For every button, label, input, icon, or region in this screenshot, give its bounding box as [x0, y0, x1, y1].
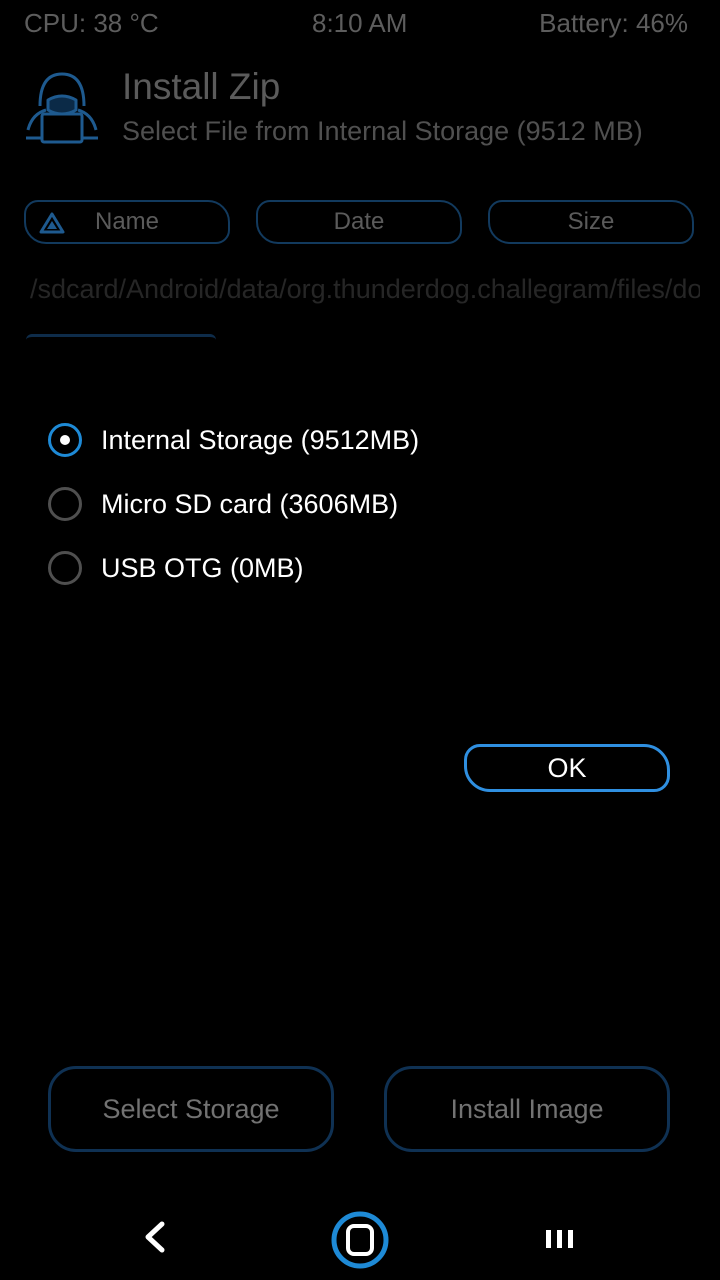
radio-selected-icon[interactable]: [48, 423, 82, 457]
battery-level: Battery: 46%: [539, 8, 688, 38]
sort-by-size-button[interactable]: Size: [488, 200, 694, 244]
select-storage-button[interactable]: Select Storage: [48, 1066, 334, 1152]
cpu-temperature: CPU: 38 °C: [24, 8, 159, 38]
clock: 8:10 AM: [312, 8, 408, 38]
back-icon[interactable]: [140, 1220, 170, 1254]
storage-option-label: USB OTG (0MB): [101, 552, 304, 583]
hacker-logo-icon: [26, 72, 98, 144]
sort-date-label: Date: [333, 208, 385, 235]
page-title: Install Zip: [122, 66, 281, 107]
radio-unselected-icon[interactable]: [48, 487, 82, 521]
ok-button-label: OK: [547, 752, 587, 783]
install-image-label: Install Image: [450, 1093, 604, 1124]
home-icon[interactable]: [330, 1210, 390, 1270]
storage-option-label: Micro SD card (3606MB): [101, 488, 399, 519]
ok-button[interactable]: OK: [464, 744, 670, 792]
select-storage-label: Select Storage: [102, 1093, 280, 1124]
radio-unselected-icon[interactable]: [48, 551, 82, 585]
install-image-button[interactable]: Install Image: [384, 1066, 670, 1152]
sort-triangle-icon: [39, 212, 65, 234]
storage-option-microsd[interactable]: Micro SD card (3606MB): [48, 484, 398, 524]
current-path: /sdcard/Android/data/org.thunderdog.chal…: [30, 274, 700, 304]
sort-size-label: Size: [567, 208, 615, 235]
folder-list-partial: [26, 334, 216, 345]
sort-by-date-button[interactable]: Date: [256, 200, 462, 244]
status-bar: CPU: 38 °C 8:10 AM Battery: 46%: [0, 0, 720, 46]
page-subtitle: Select File from Internal Storage (9512 …: [122, 116, 643, 146]
sort-by-name-button[interactable]: Name: [24, 200, 230, 244]
menu-icon[interactable]: [544, 1226, 576, 1252]
sort-name-label: Name: [94, 208, 160, 235]
storage-option-label: Internal Storage (9512MB): [101, 424, 420, 455]
storage-option-usb-otg[interactable]: USB OTG (0MB): [48, 548, 304, 588]
storage-option-internal[interactable]: Internal Storage (9512MB): [48, 420, 419, 460]
